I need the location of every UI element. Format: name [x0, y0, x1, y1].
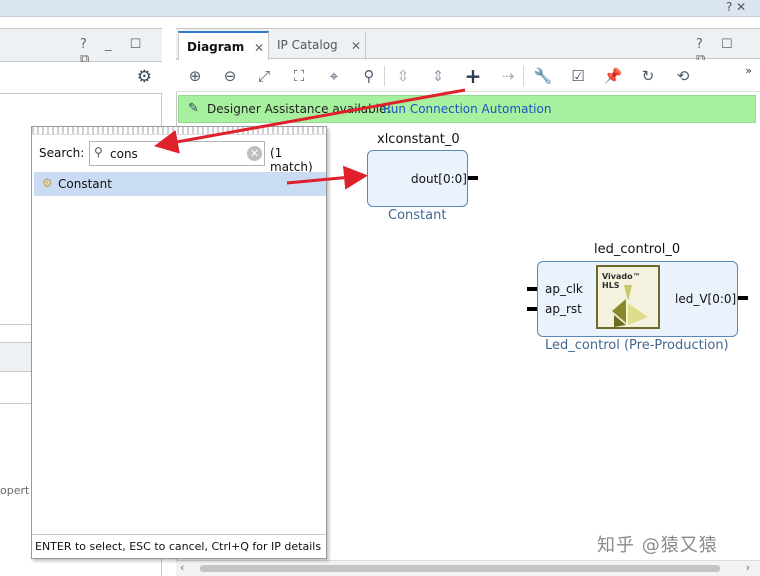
arrow-to-constant-block — [286, 165, 368, 190]
annotation-arrows — [154, 88, 466, 190]
watermark: 知乎 @猿又猿 — [597, 535, 718, 556]
arrow-to-search — [154, 88, 466, 154]
